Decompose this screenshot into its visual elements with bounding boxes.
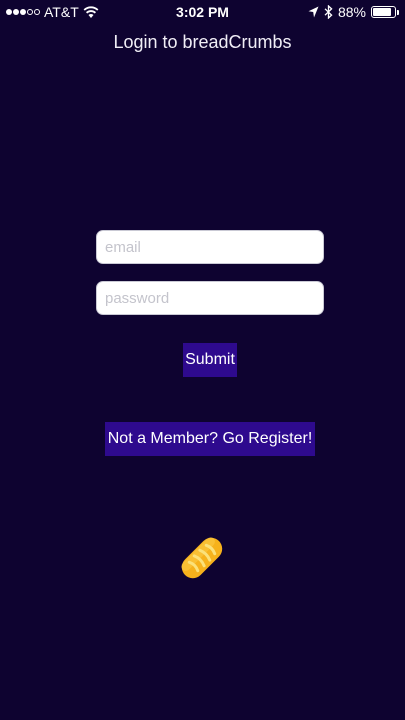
page-title: Login to breadCrumbs [113, 32, 292, 52]
password-field[interactable] [96, 281, 324, 315]
register-button[interactable]: Not a Member? Go Register! [105, 422, 315, 456]
login-screen: AT&T 3:02 PM 88% Login to breadCrumbs Su [0, 0, 405, 720]
location-arrow-icon [308, 6, 319, 18]
email-field[interactable] [96, 230, 324, 264]
bread-loaf-icon [181, 537, 223, 579]
battery-percentage: 88% [337, 4, 366, 20]
battery-level [373, 8, 392, 16]
bluetooth-icon [324, 5, 333, 19]
status-bar: AT&T 3:02 PM 88% [0, 0, 405, 24]
battery-icon [371, 6, 399, 18]
status-right: 88% [308, 3, 399, 21]
submit-button[interactable]: Submit [183, 343, 237, 377]
